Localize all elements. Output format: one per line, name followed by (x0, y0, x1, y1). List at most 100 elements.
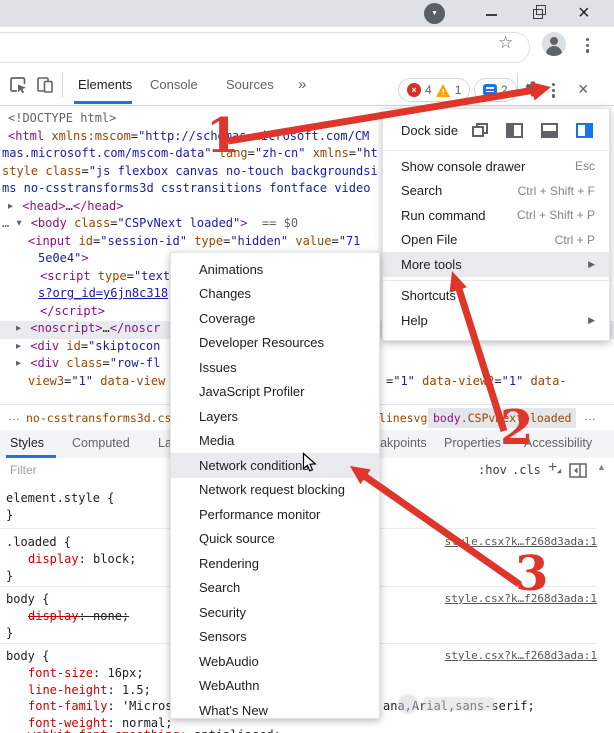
menu-item-show-console-drawer[interactable]: Show console drawer Esc (383, 154, 609, 179)
devtools-menu-icon[interactable] (552, 83, 555, 98)
code-line[interactable]: <script type="text (40, 268, 170, 286)
submenu-item-performance-monitor[interactable]: Performance monitor (171, 502, 379, 527)
browser-menu-icon[interactable] (586, 38, 589, 53)
code-line-body-selected[interactable]: … ▼ <body class="CSPvNext loaded"> == $0 (2, 215, 298, 233)
breadcrumb-html-crumb[interactable]: no-csstransforms3d.csst (26, 410, 185, 426)
console-status-badge[interactable]: × 4 ! 1 (398, 78, 470, 102)
code-line[interactable]: <html xmlns:mscom="http://schemas.micros… (8, 128, 369, 146)
menu-item-dock-side[interactable]: Dock side (383, 114, 609, 147)
submenu-arrow-icon: ▶ (588, 315, 595, 326)
menu-item-run-command[interactable]: Run command Ctrl + Shift + P (383, 203, 609, 228)
submenu-item-animations[interactable]: Animations (171, 257, 379, 282)
submenu-item-search[interactable]: Search (171, 576, 379, 601)
tab-properties[interactable]: Properties (444, 430, 501, 457)
submenu-item-coverage[interactable]: Coverage (171, 306, 379, 331)
submenu-item-sensors[interactable]: Sensors (171, 625, 379, 650)
style-rule-line[interactable]: line-height: 1.5; (28, 682, 151, 700)
devtools-toolbar: Elements Console Sources » (0, 66, 614, 106)
hover-state-button[interactable]: :hov (478, 463, 507, 477)
code-line[interactable]: style class="js flexbox canvas no-touch … (2, 163, 378, 181)
device-toolbar-icon[interactable] (35, 75, 55, 100)
breadcrumb-overflow-ellipsis[interactable]: … (584, 409, 596, 423)
submenu-item-quick-source[interactable]: Quick source (171, 527, 379, 552)
style-rule-line[interactable]: body { (6, 648, 49, 666)
style-rule-line[interactable]: body { (6, 591, 49, 609)
submenu-item-network-request-blocking[interactable]: Network request blocking (171, 478, 379, 503)
issues-badge[interactable]: 2 (474, 78, 517, 102)
code-line[interactable]: ms no-csstransforms3d csstransitions fon… (2, 180, 370, 198)
breadcrumb-html-crumb-end[interactable]: nlinesvg (372, 410, 427, 426)
computed-sidebar-toggle-icon[interactable] (569, 463, 587, 483)
media-control-icon[interactable]: ▼ (424, 3, 445, 24)
tab-styles[interactable]: Styles (10, 430, 44, 457)
style-rule-line[interactable]: font-size: 16px; (28, 665, 144, 683)
menu-item-open-file[interactable]: Open File Ctrl + P (383, 228, 609, 253)
style-rule-line[interactable]: } (6, 625, 13, 643)
style-rule-line-overridden[interactable]: webkit-font-smoothing: antialiased; (28, 727, 281, 733)
style-rule-line[interactable]: element.style { (6, 490, 114, 508)
address-bar[interactable] (0, 32, 530, 63)
inspect-element-icon[interactable] (8, 75, 28, 100)
code-line-script-link[interactable]: s?org_id=y6jn8c318 (38, 285, 168, 303)
submenu-item-webaudio[interactable]: WebAudio (171, 649, 379, 674)
code-line[interactable]: 5e0e4"> (38, 250, 89, 268)
code-line[interactable]: ▶ <div id="skiptocon (16, 338, 160, 356)
menu-item-more-tools[interactable]: More tools ▶ (383, 252, 609, 277)
dock-right-icon-active[interactable] (576, 123, 593, 138)
code-line[interactable]: ▶ <div class="row-fl (16, 355, 160, 373)
submenu-item-developer-resources[interactable]: Developer Resources (171, 331, 379, 356)
code-line[interactable]: mas.microsoft.com/mscom-data" lang="zh-c… (2, 145, 378, 163)
tab-console[interactable]: Console (150, 66, 198, 104)
submenu-item-issues[interactable]: Issues (171, 355, 379, 380)
code-line[interactable]: <!DOCTYPE html> (8, 110, 116, 128)
style-rule-line[interactable]: } (6, 507, 13, 525)
new-style-rule-button[interactable]: + (548, 459, 557, 477)
menu-item-search[interactable]: Search Ctrl + Shift + F (383, 179, 609, 204)
active-tab-underline (74, 101, 132, 104)
submenu-item-changes[interactable]: Changes (171, 282, 379, 307)
style-rule-line-overridden[interactable]: display: none; (28, 608, 129, 626)
code-line-fragment[interactable]: ="1" data-view2="1" data- (386, 373, 567, 391)
submenu-item-whats-new[interactable]: What's New (171, 698, 379, 723)
tab-accessibility[interactable]: Accessibility (524, 430, 592, 457)
dock-left-icon[interactable] (506, 123, 523, 138)
tab-elements[interactable]: Elements (78, 66, 132, 104)
menu-item-shortcuts[interactable]: Shortcuts (383, 284, 609, 309)
class-toggle-button[interactable]: .cls (512, 463, 541, 477)
submenu-item-media[interactable]: Media (171, 429, 379, 454)
menu-item-help[interactable]: Help ▶ (383, 308, 609, 333)
tab-sources[interactable]: Sources (226, 66, 274, 104)
devtools-close-icon[interactable]: × (578, 79, 589, 100)
settings-gear-icon[interactable] (524, 80, 542, 103)
style-rule-line[interactable]: } (6, 568, 13, 586)
submenu-item-rendering[interactable]: Rendering (171, 551, 379, 576)
bookmark-star-icon[interactable]: ☆ (498, 33, 513, 53)
style-rule-line[interactable]: .loaded { (6, 534, 71, 552)
code-line[interactable]: ▶ <noscript>…</noscr (16, 320, 160, 338)
submenu-item-network-conditions[interactable]: Network conditions (171, 453, 379, 478)
submenu-item-layers[interactable]: Layers (171, 404, 379, 429)
filter-input[interactable]: Filter (10, 463, 37, 477)
code-line[interactable]: </script> (40, 303, 105, 321)
more-tabs-icon[interactable]: » (298, 66, 306, 104)
window-close-button[interactable]: × (578, 1, 590, 25)
tab-computed[interactable]: Computed (72, 430, 130, 457)
style-rule-line[interactable]: font-family: 'Micros (28, 698, 173, 716)
style-rule-line[interactable]: display: block; (28, 551, 136, 569)
submenu-item-security[interactable]: Security (171, 600, 379, 625)
error-count: 4 (425, 83, 432, 97)
code-line-head[interactable]: ▶ <head>…</head> (8, 198, 123, 216)
stylesheet-link[interactable]: style.csx?k…f268d3ada:1 (445, 649, 597, 663)
undock-icon[interactable] (472, 123, 488, 137)
submenu-item-javascript-profiler[interactable]: JavaScript Profiler (171, 380, 379, 405)
scroll-up-icon[interactable]: ▲ (597, 462, 606, 472)
code-line[interactable]: <input id="session-id" type="hidden" val… (28, 233, 360, 251)
submenu-item-webauthn[interactable]: WebAuthn (171, 674, 379, 699)
dock-bottom-icon[interactable] (541, 123, 558, 138)
code-line[interactable]: view3="1" data-view (28, 373, 165, 391)
shortcut-label: Ctrl + Shift + F (518, 184, 595, 198)
breadcrumb-ellipsis[interactable]: … (8, 409, 20, 423)
minimize-button[interactable] (486, 14, 497, 16)
restore-button[interactable] (533, 9, 543, 19)
profile-avatar[interactable] (542, 32, 566, 56)
